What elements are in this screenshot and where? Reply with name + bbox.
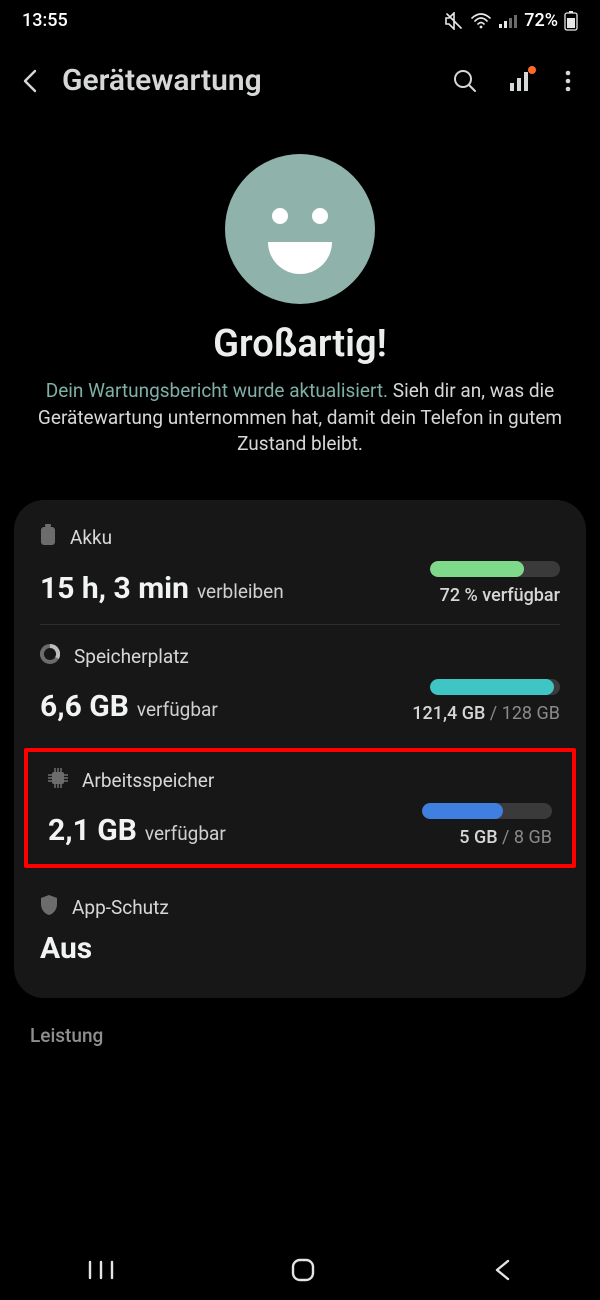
chart-button[interactable]	[508, 68, 534, 94]
more-button[interactable]	[564, 68, 572, 94]
battery-value: 15 h, 3 min	[40, 571, 189, 606]
battery-bar	[430, 561, 560, 577]
status-time: 13:55	[22, 10, 68, 31]
appsec-row[interactable]: App-Schutz Aus	[14, 874, 586, 984]
notification-dot-icon	[528, 66, 536, 74]
shield-icon	[40, 894, 58, 921]
hero-section: Großartig! Dein Wartungsbericht wurde ak…	[0, 116, 600, 478]
battery-icon	[564, 11, 578, 31]
storage-row[interactable]: Speicherplatz 6,6 GB verfügbar 121,4 GB …	[14, 624, 586, 742]
memory-highlight: Arbeitsspeicher 2,1 GB verfügbar 5 GB / …	[24, 748, 576, 868]
memory-side-text: 5 GB / 8 GB	[422, 827, 552, 848]
memory-icon	[48, 768, 68, 793]
wifi-icon	[470, 12, 492, 30]
status-battery-text: 72%	[524, 10, 558, 31]
storage-icon	[40, 644, 60, 669]
nav-back-button[interactable]	[491, 1258, 513, 1282]
memory-bar-fill	[422, 803, 503, 819]
search-button[interactable]	[452, 68, 478, 94]
battery-icon	[40, 524, 56, 551]
signal-icon	[498, 13, 518, 29]
storage-bar	[430, 679, 560, 695]
memory-bar	[422, 803, 552, 819]
appsec-label: App-Schutz	[72, 896, 169, 919]
status-card: Akku 15 h, 3 min verbleiben 72 % verfügb…	[14, 500, 586, 998]
hero-subtitle: Dein Wartungsbericht wurde aktualisiert.…	[28, 378, 572, 458]
page-title: Gerätewartung	[62, 63, 434, 98]
memory-value: 2,1 GB	[48, 813, 137, 848]
status-face-icon	[225, 154, 375, 304]
performance-section-header: Leistung	[0, 998, 600, 1055]
nav-recents-button[interactable]	[87, 1259, 115, 1281]
battery-label: Akku	[70, 526, 112, 549]
storage-label: Speicherplatz	[74, 645, 189, 668]
storage-side-text: 121,4 GB / 128 GB	[412, 703, 560, 724]
memory-suffix: verfügbar	[145, 822, 226, 845]
storage-suffix: verfügbar	[137, 698, 218, 721]
mute-icon	[444, 12, 464, 30]
back-button[interactable]	[18, 68, 44, 94]
hero-subtitle-accent: Dein Wartungsbericht wurde aktualisiert.	[46, 379, 388, 402]
battery-suffix: verbleiben	[197, 580, 284, 603]
system-navbar	[0, 1240, 600, 1300]
storage-bar-fill	[430, 679, 554, 695]
nav-home-button[interactable]	[290, 1257, 316, 1283]
status-bar: 13:55 72%	[0, 0, 600, 37]
storage-value: 6,6 GB	[40, 689, 129, 724]
battery-bar-fill	[430, 561, 524, 577]
battery-row[interactable]: Akku 15 h, 3 min verbleiben 72 % verfügb…	[14, 504, 586, 624]
appsec-value: Aus	[40, 931, 92, 966]
memory-row[interactable]: Arbeitsspeicher 2,1 GB verfügbar 5 GB / …	[28, 752, 572, 864]
app-header: Gerätewartung	[0, 37, 600, 116]
battery-side-text: 72 % verfügbar	[430, 585, 560, 606]
hero-title: Großartig!	[28, 322, 572, 366]
memory-label: Arbeitsspeicher	[82, 769, 214, 792]
